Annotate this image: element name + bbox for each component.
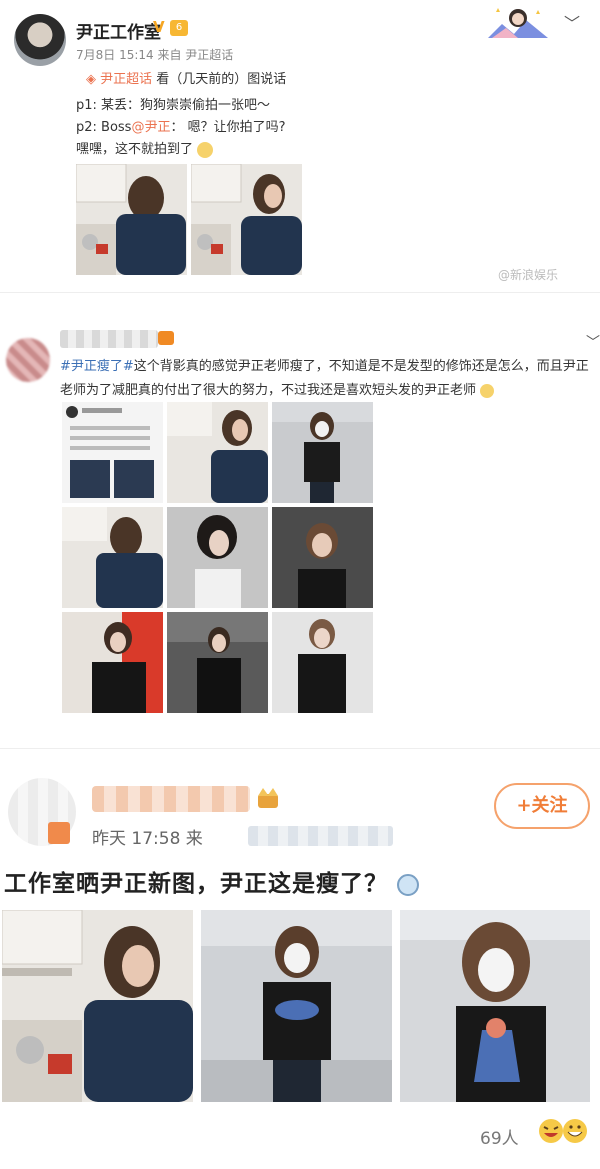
smile-emoji-icon	[480, 383, 495, 398]
author-name[interactable]: 尹正工作室	[76, 18, 161, 43]
kitchen-photo-back	[76, 164, 187, 275]
airport-closeup-photo	[400, 910, 590, 1102]
kitchen-photo	[2, 910, 193, 1102]
kitchen-back-thumb	[62, 507, 163, 608]
watermark-text: @新浪娱乐	[498, 268, 559, 282]
photo-grid	[62, 402, 374, 714]
post-3-photo-1[interactable]	[2, 910, 193, 1102]
grin-emoji-icon	[563, 1119, 587, 1143]
post-line-3: 嘿嘿，这不就拍到了	[76, 138, 214, 158]
follow-button[interactable]: +关注	[494, 783, 590, 829]
post-2-text: #尹正瘦了#这个背影真的感觉尹正老师瘦了，不知道是不是发型的修饰还是怎么，而且尹…	[60, 355, 600, 403]
kitchen-photo-turn	[191, 164, 302, 275]
decoration-avatar-icon	[488, 8, 548, 38]
blurred-avatar[interactable]	[6, 338, 50, 382]
verified-icon: V	[153, 18, 165, 36]
black-outfit-thumb	[272, 612, 373, 713]
level-badge: 6	[170, 20, 188, 36]
blurred-username[interactable]	[60, 330, 158, 348]
mention-link[interactable]: @尹正	[131, 120, 170, 135]
hashtag-link[interactable]: #尹正瘦了#	[60, 359, 134, 374]
post-2-body: 这个背影真的感觉尹正老师瘦了，不知道是不是发型的修饰还是怎么，而且尹正老师为了减…	[60, 359, 589, 398]
grid-photo-5[interactable]	[167, 507, 268, 608]
kitchen-thumb	[167, 402, 268, 503]
post-3-photo-2[interactable]	[201, 910, 392, 1102]
chevron-down-icon[interactable]: ﹀	[586, 332, 600, 352]
post-time: 昨天 17:58 来	[92, 829, 203, 849]
post-3-title-text: 工作室晒尹正新图，尹正这是瘦了？	[4, 871, 388, 897]
post-3-title: 工作室晒尹正新图，尹正这是瘦了？	[4, 864, 420, 898]
grid-photo-3[interactable]	[272, 402, 373, 503]
line2-prefix: p2: Boss	[76, 120, 132, 135]
grid-photo-4[interactable]	[62, 507, 163, 608]
author-avatar[interactable]	[14, 14, 66, 66]
crown-badge-icon	[258, 788, 278, 808]
blurred-source	[248, 826, 393, 846]
divider	[0, 292, 600, 293]
airport-photo	[201, 910, 392, 1102]
studio-thumb	[167, 612, 268, 713]
super-topic-link[interactable]: 尹正超话	[100, 72, 152, 87]
airport-thumb	[272, 402, 373, 503]
screenshot-thumb	[62, 402, 163, 503]
post-line-1: p1: 某丢：狗狗崇崇偷拍一张吧～	[76, 98, 271, 113]
likes-count[interactable]: 69人	[480, 1124, 519, 1149]
super-topic-icon: ◈	[86, 72, 96, 87]
grid-photo-2[interactable]	[167, 402, 268, 503]
blurred-username[interactable]	[92, 786, 250, 812]
post-photo-1[interactable]	[76, 164, 187, 275]
cat-emoji-icon	[197, 141, 214, 158]
divider	[0, 748, 600, 749]
grid-photo-6[interactable]	[272, 507, 373, 608]
super-topic-line: ◈ 尹正超话 看（几天前的）图说话	[86, 68, 286, 87]
post-1: 尹正工作室 V 6 7月8日 15:14 来自 尹正超话 ﹀ ◈ 尹正超话 看（…	[0, 0, 600, 290]
grid-photo-8[interactable]	[167, 612, 268, 713]
super-topic-text: 看（几天前的）图说话	[152, 72, 287, 87]
blurred-badge	[48, 822, 70, 844]
portrait-dark-thumb	[272, 507, 373, 608]
post-3-photo-3[interactable]	[400, 910, 590, 1102]
grid-photo-9[interactable]	[272, 612, 373, 713]
post-line-2: p2: Boss@尹正： 嗯？让你拍了吗?	[76, 116, 286, 135]
post-meta: 7月8日 15:14 来自 尹正超话	[76, 48, 234, 62]
post-photo-2[interactable]	[191, 164, 302, 275]
line2-suffix: ： 嗯？让你拍了吗?	[170, 120, 286, 135]
laugh-emoji-icon	[539, 1119, 563, 1143]
line3-text: 嘿嘿，这不就拍到了	[76, 142, 194, 157]
grid-photo-7[interactable]	[62, 612, 163, 713]
portrait-thumb	[167, 507, 268, 608]
member-badge-icon	[158, 331, 174, 345]
red-bg-thumb	[62, 612, 163, 713]
chevron-down-icon[interactable]: ﹀	[564, 10, 580, 34]
thinking-emoji-icon	[397, 873, 420, 896]
grid-photo-1[interactable]	[62, 402, 163, 503]
